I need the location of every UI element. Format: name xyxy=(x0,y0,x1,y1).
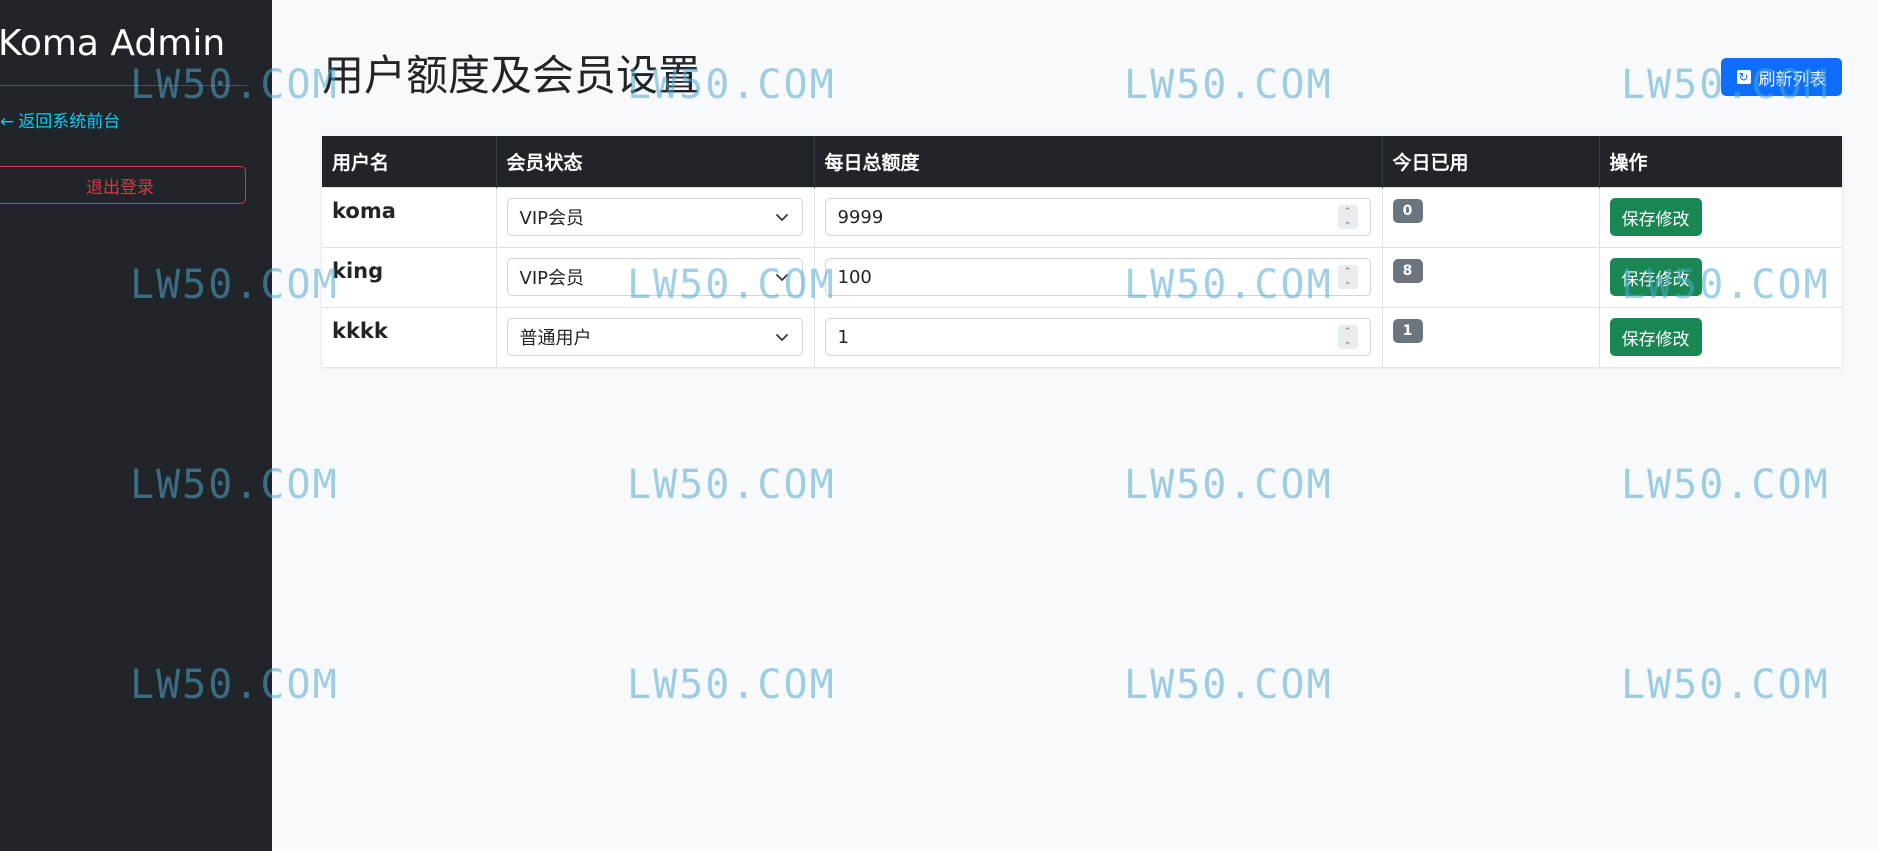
membership-select[interactable]: VIP会员 xyxy=(506,258,803,296)
column-header-daily-quota: 每日总额度 xyxy=(813,136,1382,187)
action-cell: 保存修改 xyxy=(1598,186,1842,247)
membership-select[interactable]: VIP会员 xyxy=(506,198,803,236)
watermark: LW50.COM xyxy=(1621,662,1830,708)
column-header-membership: 会员状态 xyxy=(495,136,814,187)
membership-cell: 普通用户 xyxy=(495,306,814,367)
sidebar: Koma Admin ← 返回系统前台 退出登录 xyxy=(0,0,272,851)
membership-select-value: VIP会员 xyxy=(519,268,584,289)
watermark: LW50.COM xyxy=(627,662,836,708)
watermark: LW50.COM xyxy=(1124,62,1333,108)
spinner-up-icon[interactable]: ⌃ xyxy=(1344,267,1352,277)
refresh-icon: ↻ xyxy=(1736,70,1751,84)
daily-quota-input[interactable]: 1 ⌃ ⌄ xyxy=(824,318,1371,357)
username-cell: kkkk xyxy=(322,306,496,367)
page-title: 用户额度及会员设置 xyxy=(322,51,701,100)
used-today-badge: 0 xyxy=(1392,199,1423,223)
table-row: koma VIP会员 9999 ⌃ ⌄ 0 保存修改 xyxy=(322,186,1842,247)
username: king xyxy=(332,259,384,283)
daily-quota-cell: 1 ⌃ ⌄ xyxy=(813,306,1382,367)
spinner-up-icon[interactable]: ⌃ xyxy=(1344,327,1352,337)
column-header-username: 用户名 xyxy=(322,136,496,187)
membership-cell: VIP会员 xyxy=(495,186,814,247)
chevron-down-icon xyxy=(775,334,788,342)
action-cell: 保存修改 xyxy=(1598,306,1842,367)
used-today-cell: 8 xyxy=(1381,246,1599,307)
daily-quota-input[interactable]: 100 ⌃ ⌄ xyxy=(824,258,1371,296)
daily-quota-value: 9999 xyxy=(837,206,884,228)
watermark: LW50.COM xyxy=(1621,462,1830,508)
used-today-badge: 8 xyxy=(1392,259,1423,283)
membership-select[interactable]: 普通用户 xyxy=(506,318,803,357)
number-spinner[interactable]: ⌃ ⌄ xyxy=(1337,205,1358,229)
daily-quota-input[interactable]: 9999 ⌃ ⌄ xyxy=(824,198,1371,236)
table-row: king VIP会员 100 ⌃ ⌄ 8 保存修改 xyxy=(322,246,1842,307)
spinner-down-icon[interactable]: ⌄ xyxy=(1344,217,1352,227)
watermark: LW50.COM xyxy=(1124,462,1333,508)
sidebar-divider xyxy=(0,85,247,86)
save-changes-button[interactable]: 保存修改 xyxy=(1609,198,1702,236)
daily-quota-cell: 9999 ⌃ ⌄ xyxy=(813,186,1382,247)
membership-cell: VIP会员 xyxy=(495,246,814,307)
watermark: LW50.COM xyxy=(1124,662,1333,708)
column-header-used-today: 今日已用 xyxy=(1381,136,1599,187)
username-cell: koma xyxy=(322,186,496,247)
username: koma xyxy=(332,199,396,223)
daily-quota-cell: 100 ⌃ ⌄ xyxy=(813,246,1382,307)
spinner-down-icon[interactable]: ⌄ xyxy=(1344,277,1352,287)
daily-quota-value: 100 xyxy=(837,266,872,288)
chevron-down-icon xyxy=(775,274,788,281)
number-spinner[interactable]: ⌃ ⌄ xyxy=(1337,265,1358,289)
username: kkkk xyxy=(332,319,388,344)
membership-select-value: 普通用户 xyxy=(519,328,592,350)
watermark: LW50.COM xyxy=(627,462,836,508)
brand-title: Koma Admin xyxy=(0,23,226,64)
back-link-label: 返回系统前台 xyxy=(18,112,121,132)
table-header-row: 用户名 会员状态 每日总额度 今日已用 操作 xyxy=(322,136,1842,187)
membership-select-value: VIP会员 xyxy=(519,208,584,229)
username-cell: king xyxy=(322,246,496,307)
user-quota-table: 用户名 会员状态 每日总额度 今日已用 操作 koma VIP会员 9999 ⌃… xyxy=(322,136,1842,367)
back-to-frontend-link[interactable]: ← 返回系统前台 xyxy=(0,110,120,134)
used-today-cell: 1 xyxy=(1381,306,1599,367)
spinner-down-icon[interactable]: ⌄ xyxy=(1344,337,1352,347)
spinner-up-icon[interactable]: ⌃ xyxy=(1344,207,1352,217)
arrow-left-icon: ← xyxy=(0,112,15,132)
column-header-action: 操作 xyxy=(1598,136,1842,187)
table-row: kkkk 普通用户 1 ⌃ ⌄ 1 保存修改 xyxy=(322,306,1842,367)
chevron-down-icon xyxy=(775,214,788,221)
save-changes-button[interactable]: 保存修改 xyxy=(1609,258,1702,296)
used-today-cell: 0 xyxy=(1381,186,1599,247)
refresh-list-button[interactable]: ↻ 刷新列表 xyxy=(1721,58,1842,96)
used-today-badge: 1 xyxy=(1392,319,1423,344)
number-spinner[interactable]: ⌃ ⌄ xyxy=(1337,325,1358,350)
refresh-button-label: 刷新列表 xyxy=(1758,69,1827,90)
action-cell: 保存修改 xyxy=(1598,246,1842,307)
save-changes-button[interactable]: 保存修改 xyxy=(1609,318,1702,357)
daily-quota-value: 1 xyxy=(837,326,849,348)
logout-button[interactable]: 退出登录 xyxy=(0,166,246,204)
